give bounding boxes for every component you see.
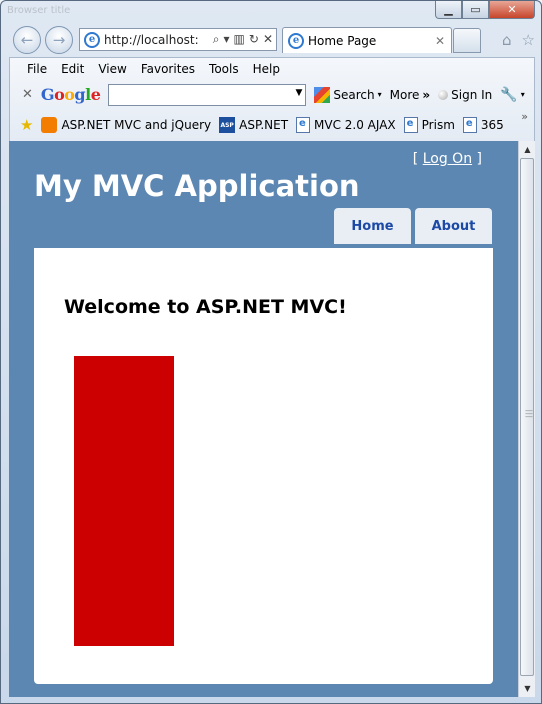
favorite-item[interactable]: Prism	[403, 117, 455, 133]
favorite-item[interactable]: MVC 2.0 AJAX	[296, 117, 396, 133]
page-icon	[462, 117, 477, 133]
google-search-icon	[314, 86, 331, 103]
page-heading: Welcome to ASP.NET MVC!	[64, 296, 347, 318]
favorite-label: Prism	[421, 118, 455, 132]
browser-window: Browser title ▁ ▭ ✕ ← → e http://localho…	[0, 0, 542, 704]
command-icons: ⌂ ☆	[502, 31, 535, 49]
logon-link[interactable]: Log On	[423, 151, 472, 167]
double-chevron-icon: »	[422, 87, 431, 102]
grip-icon: — — —	[525, 406, 533, 421]
page-viewport: [ Log On ] My MVC Application Home About…	[9, 141, 518, 697]
menu-view[interactable]: View	[98, 62, 126, 76]
settings-button[interactable]: 🔧 ▾	[500, 87, 524, 103]
favorite-item[interactable]: ASP.NET MVC and jQuery	[41, 117, 211, 133]
page-icon	[403, 117, 418, 133]
wrench-icon: 🔧	[500, 86, 518, 103]
vertical-scrollbar[interactable]: ▲ — — — ▼	[518, 141, 535, 697]
red-box	[74, 356, 174, 646]
window-controls: ▁ ▭ ✕	[435, 1, 535, 19]
stop-icon[interactable]: ✕	[263, 32, 273, 47]
toolbars: File Edit View Favorites Tools Help ✕ Go…	[9, 57, 535, 141]
favorite-label: ASP.NET	[239, 118, 289, 132]
scrollbar-thumb[interactable]: — — —	[520, 158, 534, 676]
settings-dropdown-icon: ▾	[520, 90, 525, 99]
forward-arrow-icon: →	[52, 31, 66, 49]
menu-edit[interactable]: Edit	[61, 62, 84, 76]
dropdown-icon[interactable]: ▾	[224, 32, 230, 47]
favorite-item[interactable]: ASP ASP.NET	[219, 117, 288, 133]
navigation-bar: ← → e http://localhost: ⌕ ▾ ▥ ↻ ✕ e Home…	[1, 23, 541, 57]
home-icon[interactable]: ⌂	[502, 31, 512, 49]
google-search-button[interactable]: Search ▾	[314, 86, 382, 103]
new-tab-button[interactable]	[453, 28, 481, 53]
tab-ie-icon: e	[288, 32, 304, 49]
search-dropdown-icon: ▾	[377, 90, 382, 99]
close-icon: ✕	[507, 3, 517, 16]
logon-bracket-open: [	[412, 151, 419, 167]
tab-close-icon[interactable]: ✕	[435, 34, 445, 48]
sign-in-button[interactable]: Sign In	[438, 88, 492, 102]
address-text: http://localhost:	[104, 32, 199, 47]
toolbar-close-icon[interactable]: ✕	[22, 87, 33, 102]
maximize-button[interactable]: ▭	[462, 1, 489, 19]
compatibility-icon[interactable]: ▥	[234, 32, 245, 47]
minimize-button[interactable]: ▁	[435, 1, 462, 19]
menu-tab-about[interactable]: About	[415, 208, 492, 244]
logon-area: [ Log On ]	[413, 151, 482, 167]
add-favorite-icon[interactable]: ★	[20, 116, 33, 134]
aspnet-icon: ASP	[219, 117, 236, 133]
scroll-up-arrow-icon[interactable]: ▲	[519, 141, 536, 158]
favorite-label: MVC 2.0 AJAX	[314, 118, 396, 132]
app-title: My MVC Application	[34, 169, 360, 203]
sign-in-label: Sign In	[451, 87, 493, 102]
favorites-star-icon[interactable]: ☆	[522, 31, 535, 49]
google-search-input[interactable]: ▼	[108, 83, 307, 106]
favorites-bar: ★ ASP.NET MVC and jQuery ASP ASP.NET MVC…	[10, 110, 534, 140]
overflow-chevron-icon[interactable]: »	[521, 110, 528, 123]
menu-tab-home[interactable]: Home	[334, 208, 411, 244]
window-title: Browser title	[7, 5, 71, 16]
tab-title: Home Page	[308, 33, 377, 48]
search-label: Search	[333, 87, 375, 102]
back-button[interactable]: ←	[13, 26, 41, 54]
favorite-item[interactable]: 365	[462, 117, 504, 133]
menu-help[interactable]: Help	[253, 62, 280, 76]
chevron-down-icon[interactable]: ▼	[295, 88, 302, 98]
menu-tools[interactable]: Tools	[209, 62, 239, 76]
menu-favorites[interactable]: Favorites	[141, 62, 195, 76]
blogger-icon	[41, 117, 58, 133]
address-controls: ⌕ ▾ ▥ ↻ ✕	[213, 32, 276, 47]
google-logo: Google	[40, 85, 101, 104]
favorite-label: 365	[480, 118, 504, 132]
google-toolbar: ✕ Google ▼ Search ▾ More » Sign In 🔧 ▾	[10, 79, 534, 110]
menu-bar: File Edit View Favorites Tools Help	[10, 58, 534, 79]
logon-bracket-close: ]	[476, 151, 482, 167]
sign-in-icon	[438, 89, 449, 100]
search-icon[interactable]: ⌕	[213, 32, 220, 47]
more-button[interactable]: More »	[390, 88, 431, 102]
ie-page-icon: e	[84, 31, 100, 48]
title-bar: Browser title ▁ ▭ ✕	[1, 1, 541, 23]
more-label: More	[389, 87, 420, 102]
main-content: Welcome to ASP.NET MVC!	[34, 248, 493, 684]
maximize-icon: ▭	[470, 3, 481, 16]
address-bar[interactable]: e http://localhost: ⌕ ▾ ▥ ↻ ✕	[79, 28, 277, 51]
refresh-icon[interactable]: ↻	[249, 32, 259, 47]
menu-file[interactable]: File	[27, 62, 47, 76]
favorite-label: ASP.NET MVC and jQuery	[61, 118, 212, 132]
forward-button[interactable]: →	[45, 26, 73, 54]
close-button[interactable]: ✕	[489, 1, 535, 19]
scroll-down-arrow-icon[interactable]: ▼	[519, 680, 536, 697]
tab-home-page[interactable]: e Home Page ✕	[282, 27, 452, 53]
back-arrow-icon: ←	[20, 31, 34, 49]
page-icon	[296, 117, 311, 133]
minimize-icon: ▁	[444, 3, 453, 16]
